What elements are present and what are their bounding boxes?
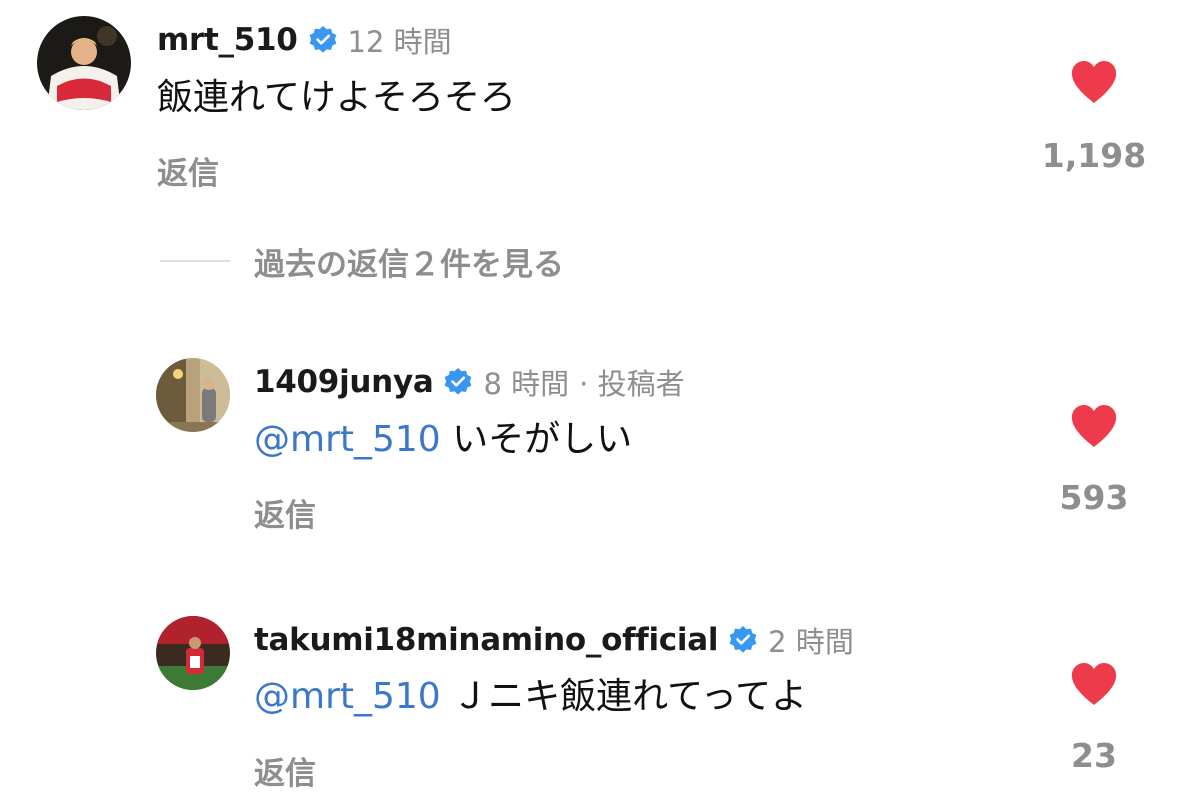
reply-button[interactable]: 返信 bbox=[157, 148, 219, 193]
like-group: 1,198 bbox=[1034, 60, 1154, 175]
heart-icon[interactable] bbox=[1070, 60, 1118, 104]
avatar[interactable] bbox=[37, 16, 131, 110]
username[interactable]: takumi18minamino_official bbox=[254, 622, 718, 658]
comment-time: 2 時間 bbox=[768, 625, 854, 659]
heart-icon[interactable] bbox=[1070, 404, 1118, 448]
mention-link[interactable]: @mrt_510 bbox=[254, 676, 441, 717]
comment-header: takumi18minamino_official 2 時間 bbox=[254, 618, 854, 662]
author-tag: · 投稿者 bbox=[579, 367, 685, 401]
comment-body: Ｊニキ飯連れてってよ bbox=[452, 676, 808, 717]
comment-header: 1409junya 8 時間 · 投稿者 bbox=[254, 360, 685, 404]
comment-header: mrt_510 12 時間 bbox=[157, 18, 452, 62]
reply-button[interactable]: 返信 bbox=[254, 748, 316, 793]
divider-line bbox=[160, 260, 230, 262]
heart-icon[interactable] bbox=[1070, 662, 1118, 706]
like-count: 23 bbox=[1071, 736, 1117, 775]
comment-text: 飯連れてけよそろそろ bbox=[157, 73, 516, 123]
like-group: 23 bbox=[1034, 662, 1154, 775]
comment-time: 12 時間 bbox=[347, 25, 452, 59]
view-replies-label: 過去の返信２件を見る bbox=[254, 246, 564, 283]
comment-body: 飯連れてけよそろそろ bbox=[157, 77, 516, 118]
like-count: 1,198 bbox=[1041, 136, 1147, 175]
reply-button[interactable]: 返信 bbox=[254, 490, 316, 535]
mention-link[interactable]: @mrt_510 bbox=[254, 419, 441, 460]
comment-text: @mrt_510 いそがしい bbox=[254, 415, 632, 465]
like-group: 593 bbox=[1034, 404, 1154, 517]
verified-badge-icon bbox=[443, 367, 473, 397]
avatar[interactable] bbox=[156, 358, 230, 432]
comment-text: @mrt_510 Ｊニキ飯連れてってよ bbox=[254, 672, 807, 722]
view-replies-button[interactable]: 過去の返信２件を見る bbox=[160, 238, 564, 284]
verified-badge-icon bbox=[308, 25, 338, 55]
avatar[interactable] bbox=[156, 616, 230, 690]
like-count: 593 bbox=[1059, 478, 1129, 517]
username[interactable]: mrt_510 bbox=[157, 22, 298, 58]
username[interactable]: 1409junya bbox=[254, 364, 434, 400]
comment-time: 8 時間 bbox=[483, 367, 570, 401]
verified-badge-icon bbox=[728, 625, 758, 655]
comment-body: いそがしい bbox=[452, 419, 633, 460]
